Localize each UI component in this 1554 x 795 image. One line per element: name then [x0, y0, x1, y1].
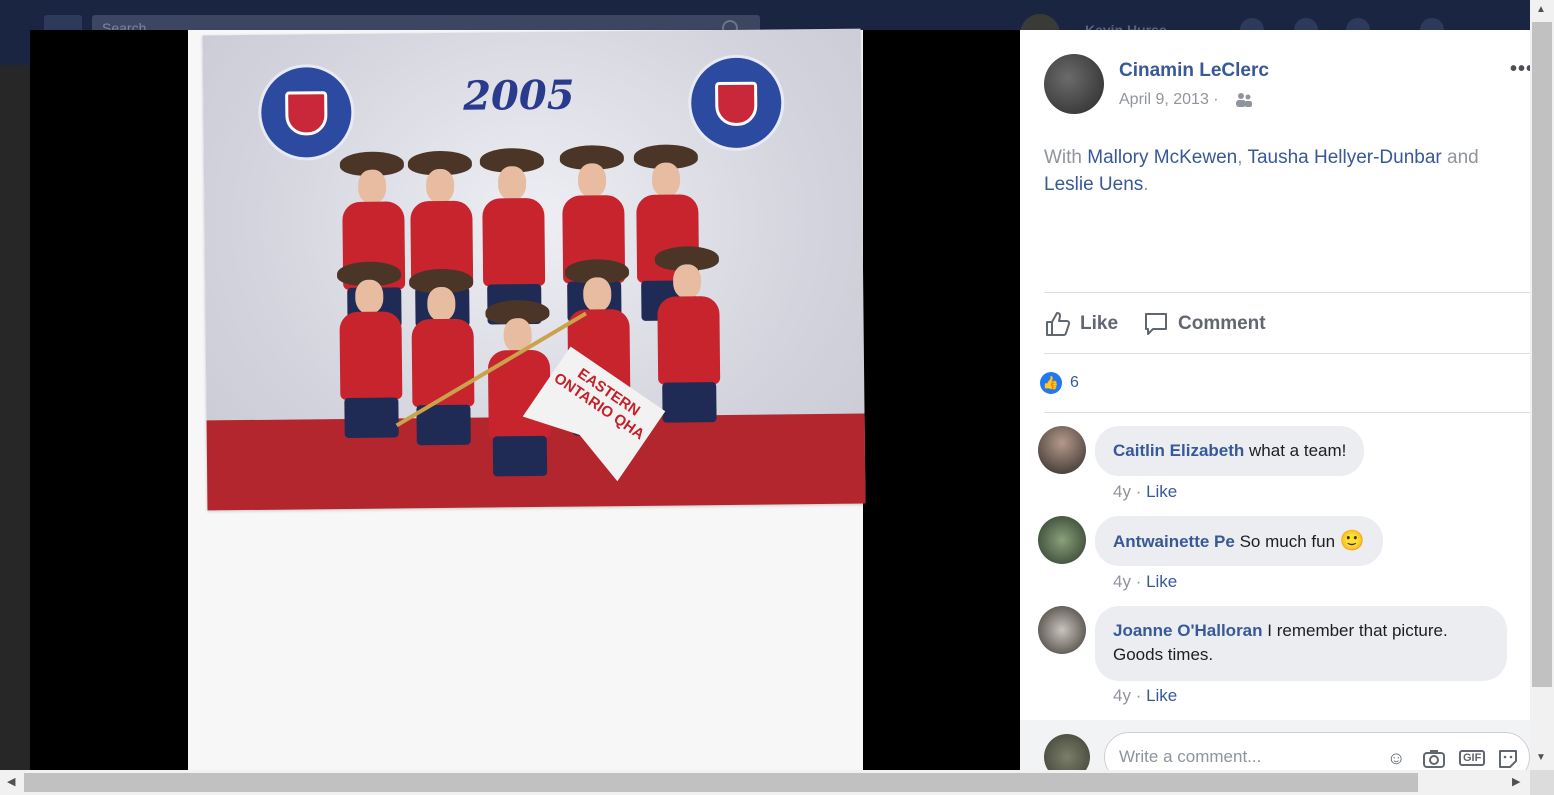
reaction-summary[interactable]: 👍 6: [1040, 372, 1079, 394]
commenter-name[interactable]: Joanne O'Halloran: [1113, 621, 1263, 640]
commenter-avatar[interactable]: [1038, 606, 1086, 654]
comment-bubble: Joanne O'Halloran I remember that pictur…: [1095, 606, 1507, 681]
team-photo-print: 2005 EASTERN ONTARIO QHA: [202, 28, 866, 511]
ellipsis-icon[interactable]: •••: [1510, 58, 1530, 81]
gif-icon[interactable]: GIF: [1459, 750, 1486, 766]
comment-time[interactable]: 4y: [1113, 572, 1131, 591]
commenter-avatar[interactable]: [1038, 516, 1086, 564]
divider: [1044, 292, 1530, 293]
tagged-person-link[interactable]: Mallory McKewen: [1087, 147, 1237, 168]
comment-like-link[interactable]: Like: [1146, 686, 1177, 705]
aqha-seal-left-icon: [257, 63, 355, 161]
team-member: [476, 147, 548, 325]
reaction-count: 6: [1070, 374, 1079, 391]
like-label: Like: [1080, 313, 1119, 334]
camera-icon[interactable]: [1423, 748, 1445, 770]
post-panel: Cinamin LeClerc April 9, 2013 · ••• With…: [1020, 30, 1530, 770]
scroll-right-arrow-icon[interactable]: ▶: [1512, 775, 1520, 788]
divider: [1044, 412, 1530, 413]
comment-bubble: Caitlin Elizabeth what a team!: [1095, 426, 1365, 476]
author-avatar[interactable]: [1044, 54, 1104, 114]
comment-meta: 4y · Like: [1113, 482, 1178, 501]
team-member: [556, 145, 628, 322]
friends-icon: [1235, 92, 1253, 111]
with-prefix: With: [1044, 147, 1082, 168]
comment-label: Comment: [1178, 313, 1266, 334]
smiley-emoji-icon: 🙂: [1339, 530, 1365, 552]
divider: [1044, 353, 1530, 354]
scroll-left-arrow-icon[interactable]: ◀: [7, 775, 15, 788]
photo-year: 2005: [462, 71, 575, 120]
comment-button[interactable]: Comment: [1142, 310, 1266, 338]
comment-time[interactable]: 4y: [1113, 686, 1131, 705]
commenter-name[interactable]: Caitlin Elizabeth: [1113, 441, 1244, 460]
horizontal-scrollbar[interactable]: ◀ ▶: [0, 770, 1530, 795]
comment-icon: [1145, 313, 1167, 335]
tagged-person-link[interactable]: Tausha Hellyer-Dunbar: [1247, 147, 1441, 168]
comment-placeholder: Write a comment...: [1119, 747, 1262, 766]
commenter-avatar[interactable]: [1038, 426, 1086, 474]
comment-meta: 4y · Like: [1113, 572, 1178, 591]
tagged-person-link[interactable]: Leslie Uens: [1044, 174, 1143, 195]
vertical-scrollbar[interactable]: ▲ ▼: [1530, 0, 1554, 770]
aqha-seal-right-icon: [687, 54, 785, 152]
and-word: and: [1447, 147, 1479, 168]
vertical-scroll-thumb[interactable]: [1532, 22, 1552, 687]
team-member: [404, 150, 476, 328]
comment-like-link[interactable]: Like: [1146, 482, 1177, 501]
team-member: [630, 144, 702, 321]
comment-time[interactable]: 4y: [1113, 482, 1131, 501]
like-reaction-icon: 👍: [1040, 372, 1062, 394]
sticker-icon[interactable]: [1497, 748, 1519, 770]
post-date[interactable]: April 9, 2013 ·: [1119, 91, 1219, 109]
emoji-icon[interactable]: ☺: [1387, 748, 1405, 769]
comment-text: So much fun: [1239, 532, 1336, 551]
commenter-name[interactable]: Antwainette Pe: [1113, 532, 1235, 551]
scrollbar-corner: [1530, 770, 1554, 795]
thumbs-up-icon: [1046, 312, 1071, 336]
comment-text: what a team!: [1249, 441, 1347, 460]
comment-meta: 4y · Like: [1113, 686, 1178, 705]
team-member: [336, 151, 408, 328]
scroll-down-arrow-icon[interactable]: ▼: [1536, 752, 1546, 763]
like-button[interactable]: Like: [1044, 310, 1118, 338]
comment-like-link[interactable]: Like: [1146, 572, 1177, 591]
tagged-people: With Mallory McKewen, Tausha Hellyer-Dun…: [1044, 147, 1479, 195]
scroll-up-arrow-icon[interactable]: ▲: [1536, 4, 1546, 15]
post-author[interactable]: Cinamin LeClerc: [1119, 60, 1269, 82]
comment-bubble: Antwainette Pe So much fun 🙂: [1095, 516, 1383, 566]
horizontal-scroll-thumb[interactable]: [24, 773, 1418, 792]
comment-input[interactable]: Write a comment... ☺ GIF: [1104, 732, 1530, 770]
